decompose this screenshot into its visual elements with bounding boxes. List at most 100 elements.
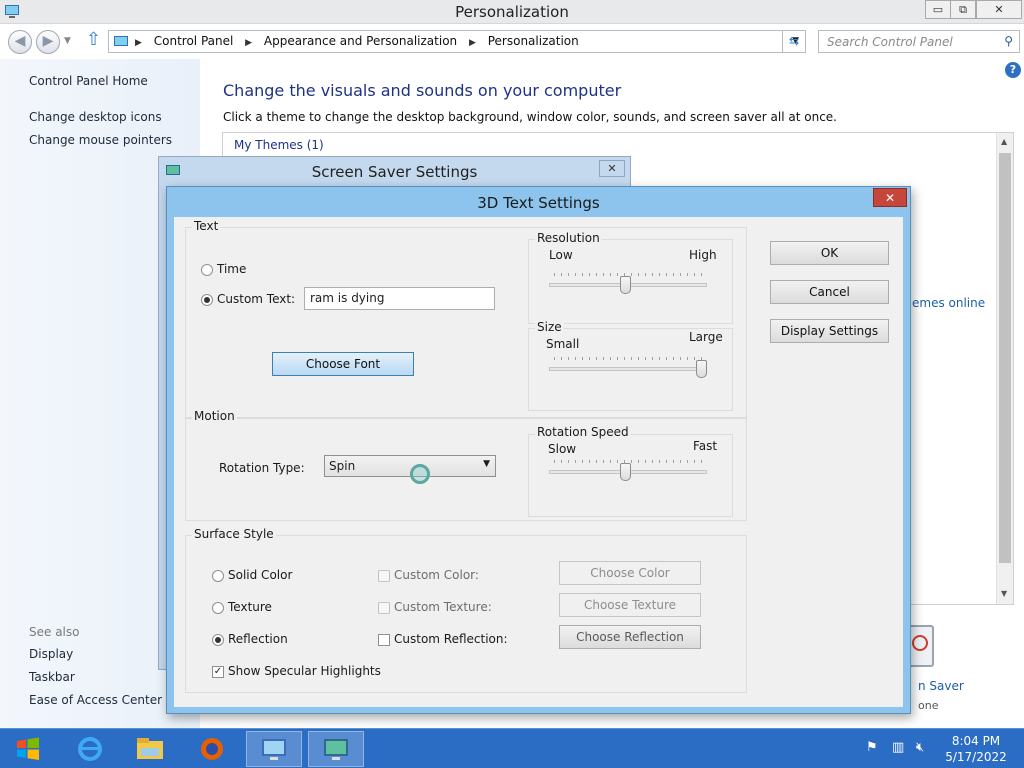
resolution-slider-thumb[interactable] [619, 276, 631, 294]
taskbar-link[interactable]: Taskbar [29, 670, 75, 684]
rotation-speed-slider-thumb[interactable] [619, 463, 631, 481]
change-mouse-pointers-link[interactable]: Change mouse pointers [29, 133, 172, 147]
motion-group-title: Motion [192, 409, 237, 423]
refresh-icon[interactable]: ⇆ [782, 30, 806, 53]
reflection-radio[interactable] [212, 634, 224, 646]
custom-reflection-checkbox[interactable] [378, 634, 390, 646]
volume-muted-icon[interactable]: 🔇︎ [916, 740, 924, 755]
rotation-speed-title: Rotation Speed [535, 425, 631, 439]
custom-text-label: Custom Text: [217, 292, 296, 306]
texture-radio[interactable] [212, 602, 224, 614]
clock-date: 5/17/2022 [945, 750, 1007, 764]
custom-texture-label: Custom Texture: [394, 600, 492, 614]
specular-highlights-label: Show Specular Highlights [228, 664, 381, 678]
choose-texture-button[interactable]: Choose Texture [559, 593, 701, 617]
cancel-button[interactable]: Cancel [770, 280, 889, 304]
dialog-title: 3D Text Settings [477, 194, 600, 212]
address-bar[interactable]: ▶ Control Panel ▶ Appearance and Persona… [108, 30, 806, 53]
start-windows-icon[interactable] [0, 731, 56, 767]
size-slider-thumb[interactable] [696, 360, 707, 378]
custom-text-radio[interactable] [201, 294, 213, 306]
file-explorer-icon[interactable] [122, 731, 178, 767]
action-center-flag-icon[interactable]: ⚑ [866, 740, 878, 755]
scroll-up-icon[interactable]: ▲ [1001, 137, 1007, 146]
scroll-down-icon[interactable]: ▼ [1001, 589, 1007, 598]
custom-text-input[interactable]: ram is dying [304, 287, 495, 310]
screen-saver-title-bar: Screen Saver Settings ✕ [159, 157, 630, 185]
clock-time: 8:04 PM [951, 734, 1001, 748]
solid-color-label: Solid Color [228, 568, 293, 582]
clock[interactable]: 8:04 PM 5/17/2022 [940, 733, 1012, 765]
dialog-title-bar: 3D Text Settings ✕ [167, 187, 910, 217]
custom-reflection-label: Custom Reflection: [394, 632, 508, 646]
breadcrumb-personalization[interactable]: Personalization [488, 34, 579, 48]
resolution-low-label: Low [549, 248, 573, 262]
size-ticks [554, 357, 704, 360]
reflection-label: Reflection [228, 632, 288, 646]
back-button[interactable]: ◀ [8, 30, 32, 54]
rotation-type-label: Rotation Type: [219, 461, 305, 475]
rotation-type-value: Spin [329, 459, 356, 473]
resolution-high-label: High [689, 248, 717, 262]
page-subtitle: Click a theme to change the desktop back… [223, 110, 837, 124]
restore-button[interactable]: ⧉ [950, 0, 976, 19]
screen-saver-taskbar-icon[interactable] [308, 731, 364, 767]
see-also-heading: See also [29, 625, 80, 639]
custom-color-checkbox[interactable] [378, 570, 390, 582]
navigation-bar: ◀ ▶ ▼ ⇧ ▶ Control Panel ▶ Appearance and… [0, 25, 1024, 59]
ease-of-access-link[interactable]: Ease of Access Center [29, 693, 162, 707]
my-themes-heading: My Themes (1) [234, 138, 324, 152]
texture-label: Texture [228, 600, 272, 614]
window-title: Personalization [455, 3, 569, 21]
themes-scrollbar[interactable]: ▲ ▼ [996, 133, 1013, 604]
choose-color-button[interactable]: Choose Color [559, 561, 701, 585]
3d-text-settings-dialog: 3D Text Settings ✕ Text Time Custom Text… [166, 186, 911, 714]
size-large-label: Large [689, 330, 723, 344]
custom-color-label: Custom Color: [394, 568, 479, 582]
search-input[interactable]: Search Control Panel ⚲ [818, 30, 1020, 53]
control-panel-home-link[interactable]: Control Panel Home [29, 74, 148, 88]
time-label: Time [217, 262, 247, 276]
page-heading: Change the visuals and sounds on your co… [223, 81, 622, 100]
dialog-body: Text Time Custom Text: ram is dying Choo… [174, 217, 903, 707]
screen-saver-close-button[interactable]: ✕ [599, 160, 625, 177]
specular-highlights-checkbox[interactable]: ✓ [212, 666, 224, 678]
busy-cursor-icon [410, 464, 430, 484]
network-icon[interactable]: ▥ [892, 740, 904, 755]
search-icon[interactable]: ⚲ [1004, 34, 1013, 48]
help-icon[interactable]: ? [1005, 62, 1021, 78]
scrollbar-thumb[interactable] [999, 153, 1011, 563]
minimize-button[interactable]: ▭ [925, 0, 951, 19]
time-radio[interactable] [201, 264, 213, 276]
control-panel-icon [114, 36, 128, 46]
custom-texture-checkbox[interactable] [378, 602, 390, 614]
title-bar: Personalization ▭ ⧉ ✕ [0, 0, 1024, 24]
forward-button[interactable]: ▶ [36, 30, 60, 54]
size-title: Size [535, 320, 564, 334]
dialog-close-button[interactable]: ✕ [873, 188, 907, 207]
rotation-speed-slow-label: Slow [548, 442, 577, 456]
control-panel-taskbar-icon[interactable] [246, 731, 302, 767]
solid-color-radio[interactable] [212, 570, 224, 582]
recent-pages-icon[interactable]: ▼ [64, 36, 71, 46]
change-desktop-icons-link[interactable]: Change desktop icons [29, 110, 162, 124]
taskbar: ⚑ ▥ 🔇︎ 8:04 PM 5/17/2022 [0, 728, 1024, 768]
screen-saver-title: Screen Saver Settings [311, 163, 478, 181]
size-slider-track[interactable] [549, 367, 707, 371]
screen-saver-link[interactable]: n Saver [918, 679, 964, 693]
choose-font-button[interactable]: Choose Font [272, 352, 414, 376]
breadcrumb-control-panel[interactable]: Control Panel [154, 34, 234, 48]
breadcrumb-appearance[interactable]: Appearance and Personalization [264, 34, 457, 48]
rotation-speed-fast-label: Fast [693, 439, 718, 453]
choose-reflection-button[interactable]: Choose Reflection [559, 625, 701, 649]
display-link[interactable]: Display [29, 647, 73, 661]
internet-explorer-icon[interactable] [62, 731, 118, 767]
ok-button[interactable]: OK [770, 241, 889, 265]
surface-style-title: Surface Style [192, 527, 276, 541]
display-settings-button[interactable]: Display Settings [770, 319, 889, 343]
close-button[interactable]: ✕ [976, 0, 1022, 19]
get-more-themes-link[interactable]: emes online [912, 296, 985, 310]
search-placeholder: Search Control Panel [827, 35, 953, 49]
firefox-icon[interactable] [184, 731, 240, 767]
up-arrow-icon[interactable]: ⇧ [86, 29, 101, 50]
